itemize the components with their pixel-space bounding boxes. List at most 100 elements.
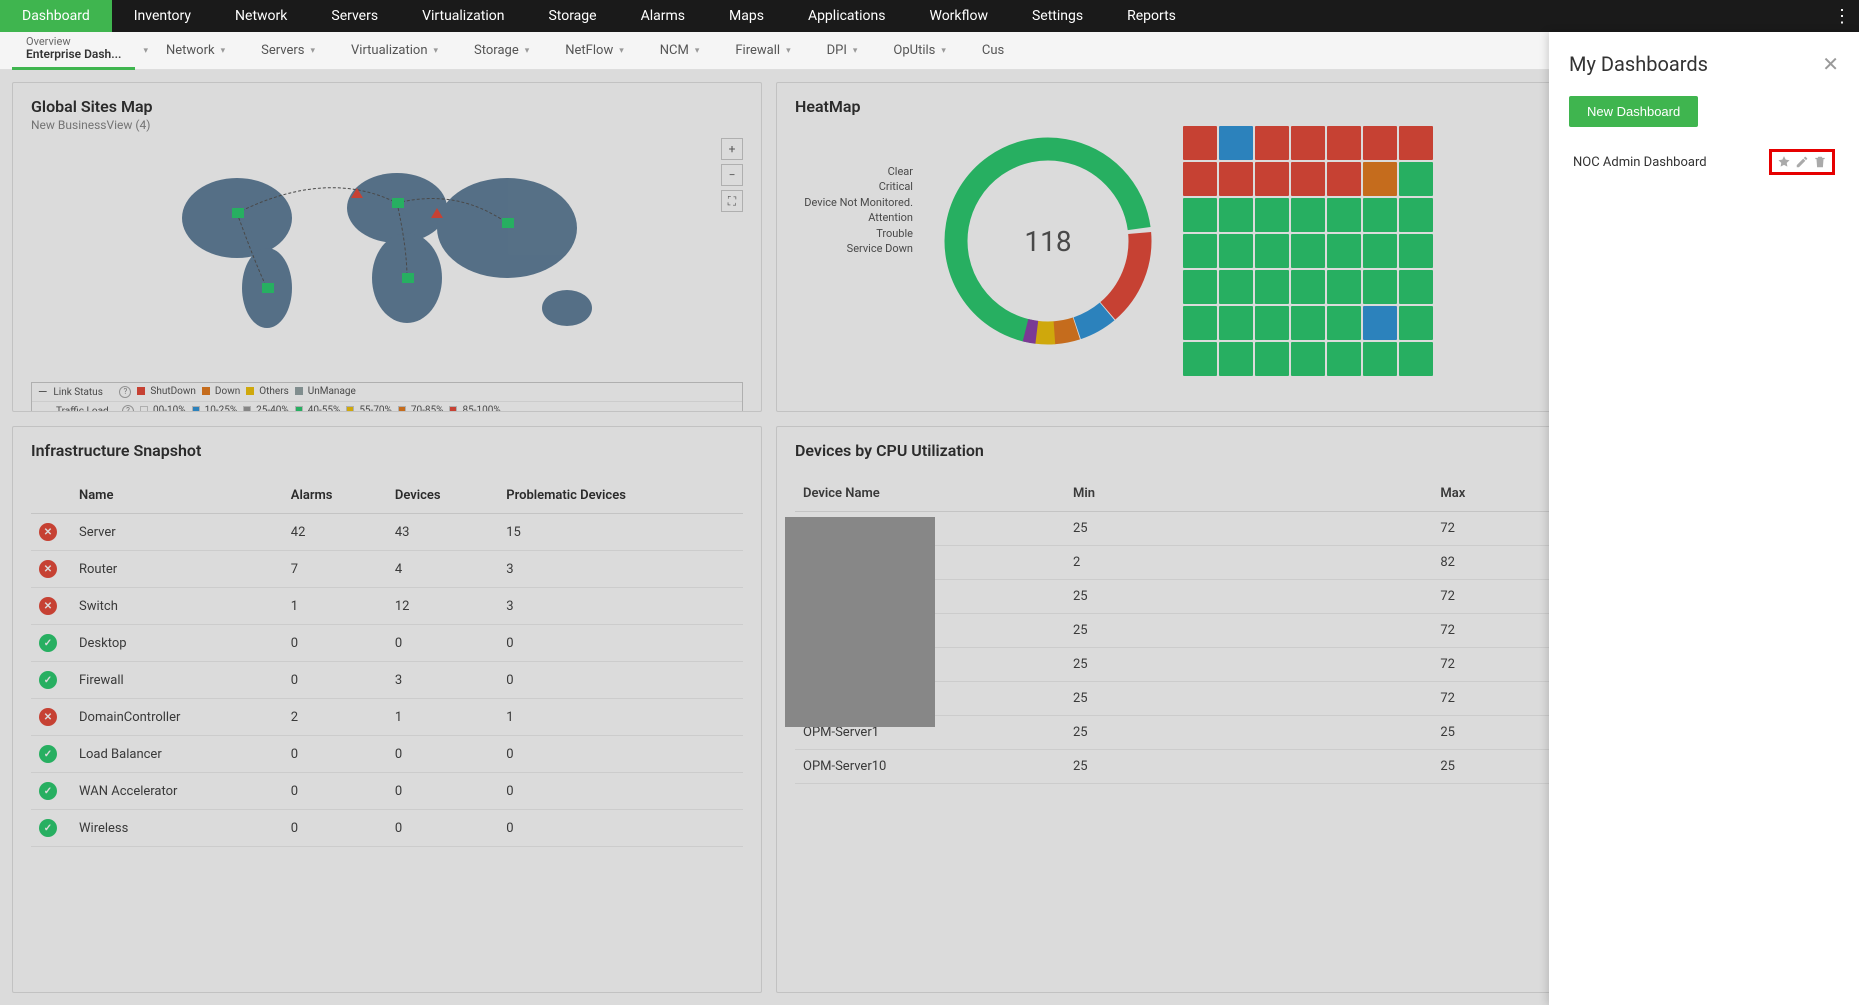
heatmap-cell[interactable] <box>1219 306 1253 340</box>
zoom-in-button[interactable]: + <box>721 138 743 160</box>
table-row[interactable]: ✕Server424315 <box>31 514 743 551</box>
heatmap-cell[interactable] <box>1363 234 1397 268</box>
star-icon[interactable] <box>1777 155 1791 169</box>
chevron-down-icon: ▾ <box>786 46 791 56</box>
delete-icon[interactable] <box>1813 155 1827 169</box>
heatmap-cell[interactable] <box>1327 234 1361 268</box>
heatmap-cell[interactable] <box>1255 234 1289 268</box>
panel-title: My Dashboards <box>1569 52 1708 76</box>
heatmap-cell[interactable] <box>1291 306 1325 340</box>
nav-network[interactable]: Network <box>213 0 309 32</box>
subnav-network[interactable]: Network▾ <box>148 32 243 70</box>
subnav-oputils[interactable]: OpUtils▾ <box>875 32 964 70</box>
table-row[interactable]: ✕Router743 <box>31 551 743 588</box>
help-icon[interactable]: ? <box>119 386 131 398</box>
nav-storage[interactable]: Storage <box>526 0 618 32</box>
nav-applications[interactable]: Applications <box>786 0 908 32</box>
table-row[interactable]: ✓Load Balancer000 <box>31 736 743 773</box>
heatmap-cell[interactable] <box>1363 342 1397 376</box>
subnav-custom[interactable]: Cus <box>964 32 1022 70</box>
new-dashboard-button[interactable]: New Dashboard <box>1569 96 1698 127</box>
heatmap-cell[interactable] <box>1291 126 1325 160</box>
heatmap-cell[interactable] <box>1183 234 1217 268</box>
heatmap-cell[interactable] <box>1183 198 1217 232</box>
heatmap-cell[interactable] <box>1363 306 1397 340</box>
heatmap-cell[interactable] <box>1327 270 1361 304</box>
dashboard-list-item[interactable]: NOC Admin Dashboard <box>1569 139 1839 185</box>
table-row[interactable]: ✓Desktop000 <box>31 625 743 662</box>
subnav-netflow[interactable]: NetFlow▾ <box>547 32 641 70</box>
edit-icon[interactable] <box>1795 155 1809 169</box>
heatmap-cell[interactable] <box>1255 198 1289 232</box>
heatmap-cell[interactable] <box>1399 162 1433 196</box>
donut-legend: Clear Critical Device Not Monitored. Att… <box>795 126 913 386</box>
heatmap-cell[interactable] <box>1327 342 1361 376</box>
heatmap-cell[interactable] <box>1399 342 1433 376</box>
heatmap-cell[interactable] <box>1399 234 1433 268</box>
subnav-overview[interactable]: Overview Enterprise Dash... <box>12 32 135 70</box>
subnav-storage[interactable]: Storage▾ <box>456 32 547 70</box>
table-row[interactable]: ✕DomainController211 <box>31 699 743 736</box>
nav-virtualization[interactable]: Virtualization <box>400 0 526 32</box>
heatmap-cell[interactable] <box>1219 162 1253 196</box>
heatmap-cell[interactable] <box>1291 198 1325 232</box>
subnav-firewall[interactable]: Firewall▾ <box>717 32 808 70</box>
heatmap-cell[interactable] <box>1363 162 1397 196</box>
heatmap-cell[interactable] <box>1327 162 1361 196</box>
nav-settings[interactable]: Settings <box>1010 0 1105 32</box>
heatmap-cell[interactable] <box>1255 270 1289 304</box>
nav-dashboard[interactable]: Dashboard <box>0 0 112 32</box>
subnav-dpi[interactable]: DPI▾ <box>809 32 876 70</box>
help-icon[interactable]: ? <box>122 405 134 412</box>
status-ok-icon: ✓ <box>39 634 57 652</box>
heatmap-cell[interactable] <box>1219 234 1253 268</box>
heatmap-cell[interactable] <box>1255 126 1289 160</box>
heatmap-cell[interactable] <box>1183 126 1217 160</box>
heatmap-cell[interactable] <box>1183 270 1217 304</box>
widget-infrastructure-snapshot: Infrastructure Snapshot Name Alarms Devi… <box>12 426 762 993</box>
heatmap-cell[interactable] <box>1255 162 1289 196</box>
heatmap-cell[interactable] <box>1399 126 1433 160</box>
heatmap-cell[interactable] <box>1399 306 1433 340</box>
table-row[interactable]: ✓Wireless000 <box>31 810 743 847</box>
top-nav: Dashboard Inventory Network Servers Virt… <box>0 0 1859 32</box>
heatmap-cell[interactable] <box>1363 126 1397 160</box>
nav-maps[interactable]: Maps <box>707 0 786 32</box>
subnav-ncm[interactable]: NCM▾ <box>642 32 718 70</box>
heatmap-cell[interactable] <box>1291 270 1325 304</box>
heatmap-cell[interactable] <box>1399 270 1433 304</box>
subnav-virtualization[interactable]: Virtualization▾ <box>333 32 456 70</box>
heatmap-cell[interactable] <box>1183 342 1217 376</box>
heatmap-cell[interactable] <box>1219 198 1253 232</box>
subnav-servers[interactable]: Servers▾ <box>243 32 333 70</box>
heatmap-cell[interactable] <box>1363 198 1397 232</box>
nav-alarms[interactable]: Alarms <box>619 0 707 32</box>
heatmap-cell[interactable] <box>1291 234 1325 268</box>
nav-inventory[interactable]: Inventory <box>112 0 213 32</box>
heatmap-cell[interactable] <box>1219 270 1253 304</box>
zoom-out-button[interactable]: − <box>721 164 743 186</box>
heatmap-cell[interactable] <box>1183 306 1217 340</box>
heatmap-cell[interactable] <box>1183 162 1217 196</box>
nav-workflow[interactable]: Workflow <box>907 0 1010 32</box>
heatmap-cell[interactable] <box>1327 126 1361 160</box>
heatmap-cell[interactable] <box>1327 306 1361 340</box>
heatmap-cell[interactable] <box>1363 270 1397 304</box>
fullscreen-button[interactable]: ⛶ <box>721 190 743 212</box>
world-map[interactable] <box>127 138 647 368</box>
heatmap-cell[interactable] <box>1291 342 1325 376</box>
more-menu-icon[interactable]: ⋮ <box>1833 6 1849 27</box>
close-icon[interactable]: ✕ <box>1822 52 1839 76</box>
nav-reports[interactable]: Reports <box>1105 0 1198 32</box>
heatmap-cell[interactable] <box>1291 162 1325 196</box>
table-row[interactable]: ✓Firewall030 <box>31 662 743 699</box>
table-row[interactable]: ✕Switch1123 <box>31 588 743 625</box>
heatmap-cell[interactable] <box>1219 126 1253 160</box>
heatmap-cell[interactable] <box>1399 198 1433 232</box>
table-row[interactable]: ✓WAN Accelerator000 <box>31 773 743 810</box>
heatmap-cell[interactable] <box>1255 342 1289 376</box>
nav-servers[interactable]: Servers <box>309 0 400 32</box>
heatmap-cell[interactable] <box>1327 198 1361 232</box>
heatmap-cell[interactable] <box>1219 342 1253 376</box>
heatmap-cell[interactable] <box>1255 306 1289 340</box>
